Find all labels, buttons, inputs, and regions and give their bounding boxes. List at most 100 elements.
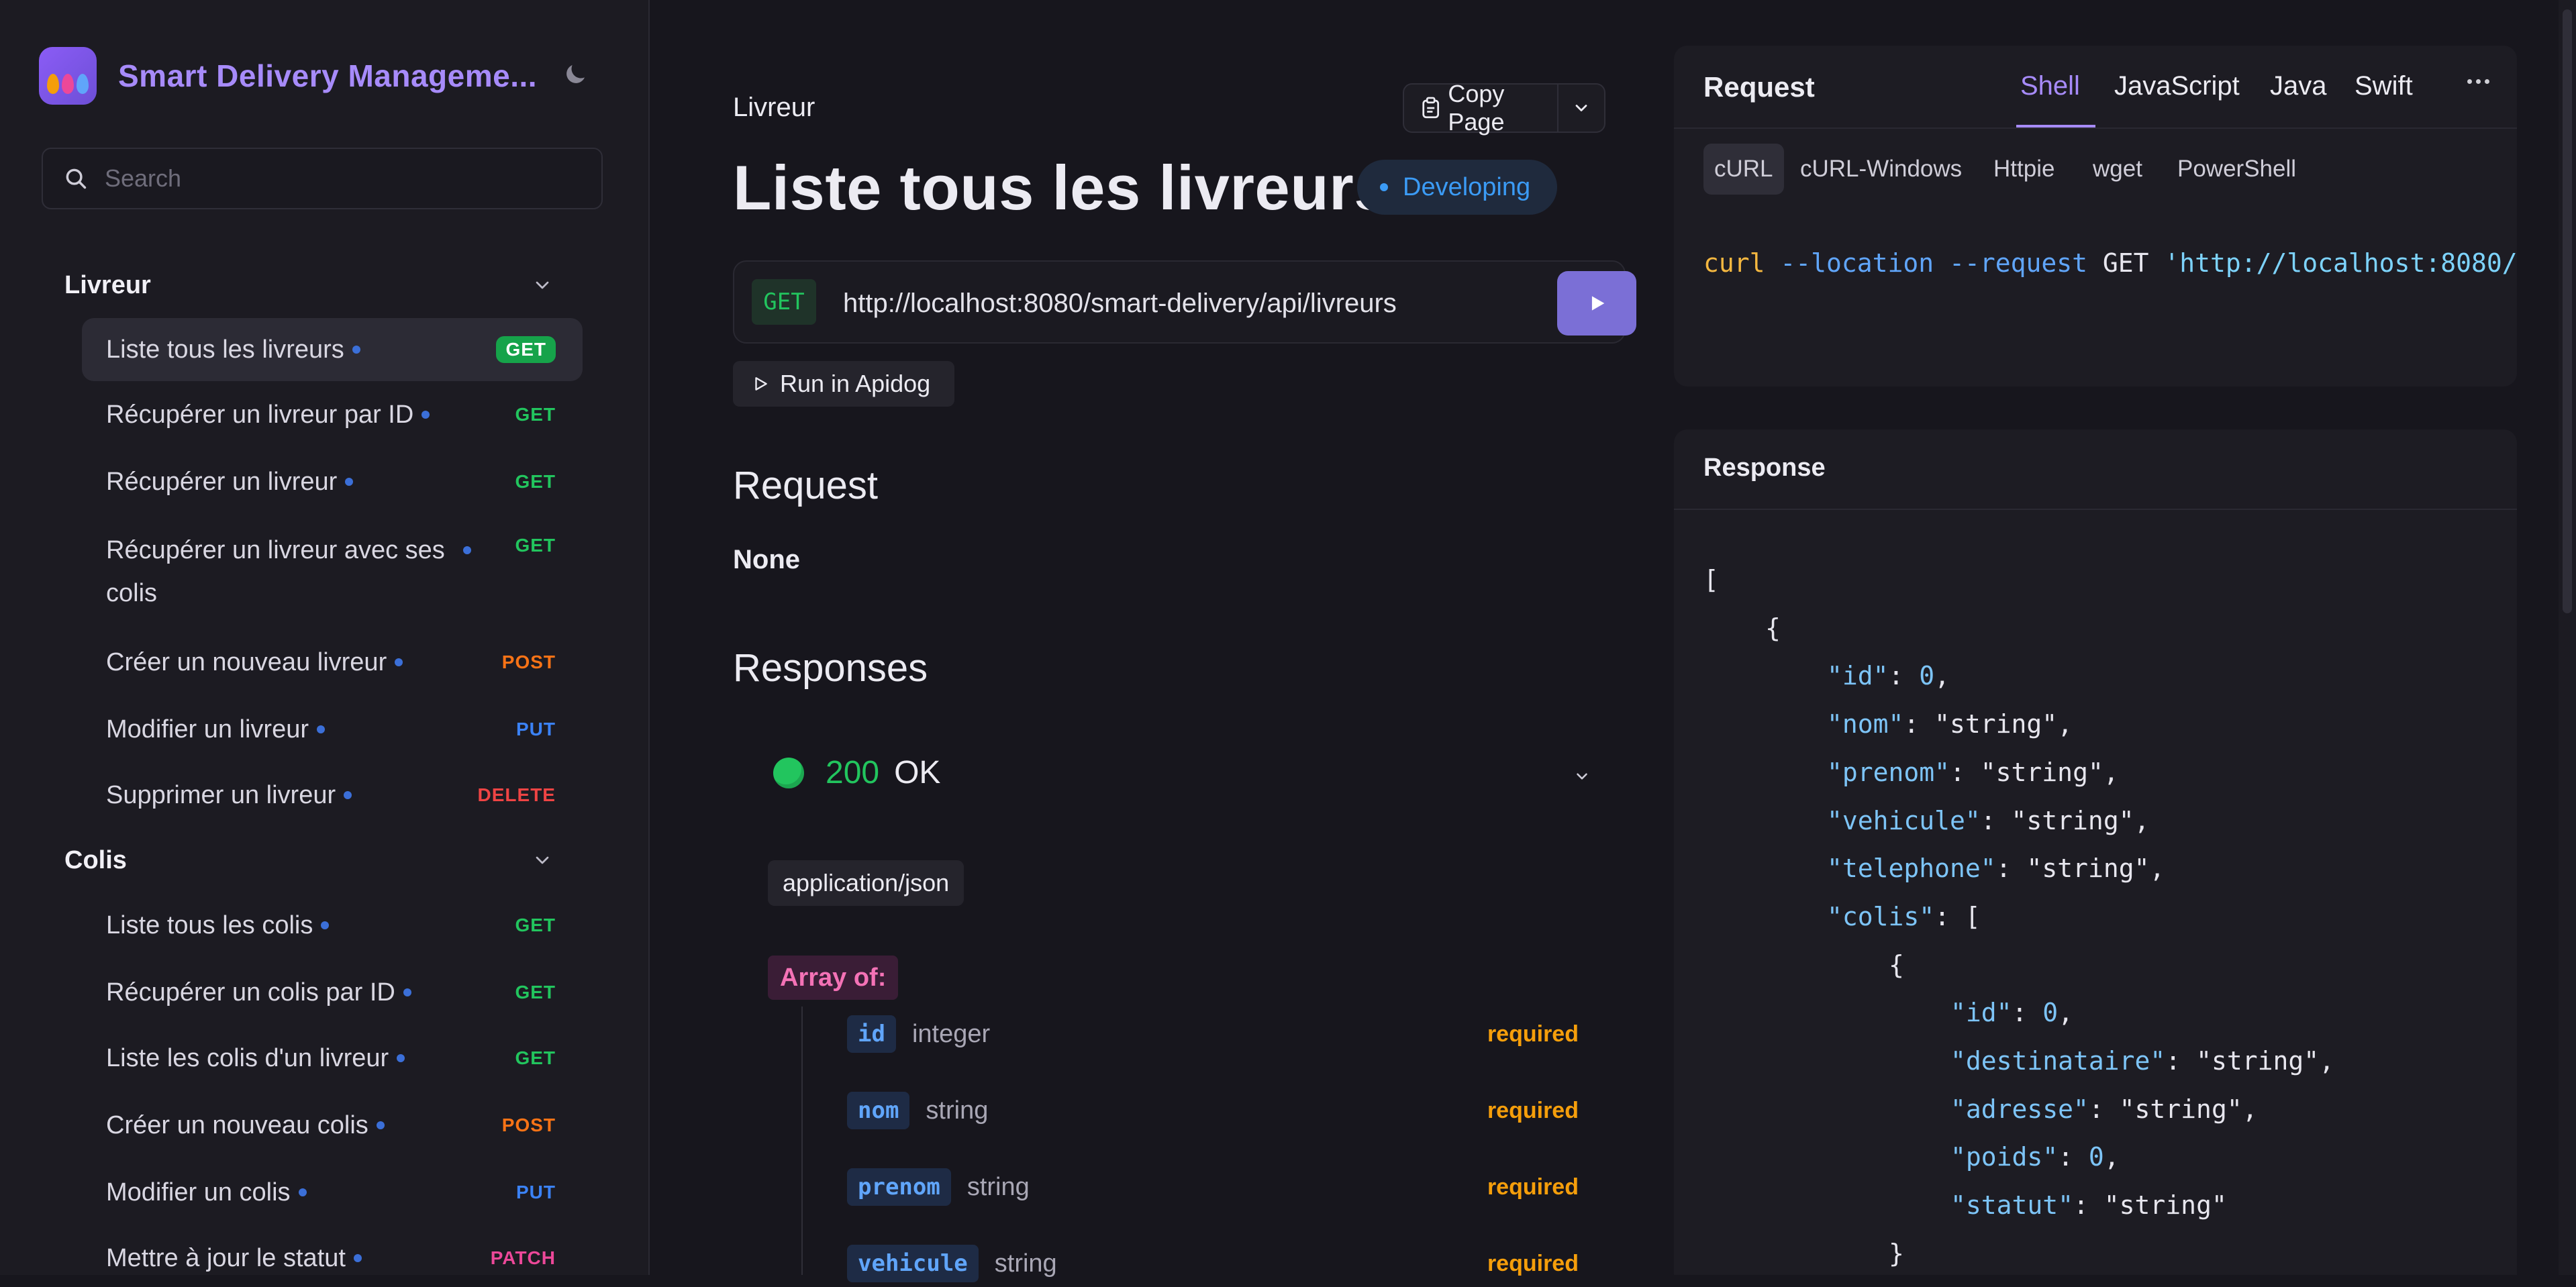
sidebar-item[interactable]: Liste tous les colis GET — [82, 898, 583, 953]
sidebar-section-colis[interactable]: Colis — [64, 840, 553, 880]
status-dot-icon — [345, 478, 354, 486]
json-punctuation: : — [2058, 1142, 2089, 1172]
endpoint-url[interactable]: http://localhost:8080/smart-delivery/api… — [843, 289, 1397, 319]
json-line: "poids": 0, — [1950, 1142, 2120, 1172]
response-status-row[interactable]: 200 OK — [773, 754, 940, 791]
sidebar-item-label: Mettre à jour le statut — [106, 1243, 346, 1272]
status-dot-icon — [376, 1121, 385, 1129]
json-key: "telephone" — [1827, 854, 1996, 884]
sidebar-item[interactable]: Récupérer un livreur par ID GET — [82, 387, 583, 442]
sidebar-item-label-wrap: Modifier un colis — [106, 1178, 307, 1207]
json-punctuation: : — [2073, 1190, 2104, 1221]
http-method-badge: DELETE — [477, 784, 556, 805]
copy-page-dropdown[interactable] — [1558, 99, 1604, 117]
tab-powershell[interactable]: PowerShell — [2177, 144, 2296, 195]
status-label: Developing — [1403, 172, 1531, 201]
sidebar-item[interactable]: Récupérer un livreur GET — [82, 454, 583, 509]
field-name[interactable]: vehicule — [847, 1245, 979, 1282]
json-value: "string" — [2011, 805, 2134, 835]
json-key: "poids" — [1950, 1142, 2059, 1172]
field-name[interactable]: id — [847, 1015, 896, 1053]
breadcrumb[interactable]: Livreur — [733, 93, 815, 123]
play-outline-icon — [755, 377, 767, 391]
schema-tree-line — [801, 1007, 803, 1275]
sidebar-item[interactable]: Récupérer un livreur avec ses colis GET — [82, 521, 583, 622]
logo-drop-icon — [77, 74, 89, 94]
json-line: "nom": "string", — [1827, 709, 2073, 739]
tab-wget[interactable]: wget — [2093, 144, 2142, 195]
tab-httpie[interactable]: Httpie — [1993, 144, 2054, 195]
json-punctuation: : — [1995, 854, 2027, 884]
field-name[interactable]: nom — [847, 1092, 910, 1129]
json-punctuation: , — [1934, 661, 1950, 691]
sidebar-item-label: Liste tous les colis — [106, 911, 313, 939]
tab-java[interactable]: Java — [2270, 71, 2327, 101]
run-in-apidog-button[interactable]: Run in Apidog — [733, 361, 954, 407]
json-value: "string" — [2103, 1190, 2227, 1221]
http-method-badge: GET — [496, 336, 556, 363]
schema-field-row: vehicule string required — [847, 1240, 1579, 1287]
json-line: } — [1889, 1239, 1904, 1268]
http-method-badge: PATCH — [490, 1247, 556, 1268]
json-punctuation: } — [1889, 1238, 1904, 1268]
sidebar-item[interactable]: Créer un nouveau livreur POST — [82, 635, 583, 690]
sidebar-section-livreur[interactable]: Livreur — [64, 265, 553, 305]
sidebar: Smart Delivery Manageme... Livreur Liste … — [0, 0, 650, 1275]
copy-page-button[interactable]: Copy Page — [1404, 80, 1558, 136]
app-logo[interactable] — [39, 47, 97, 105]
field-type: integer — [911, 1019, 991, 1048]
sidebar-item[interactable]: Créer un nouveau colis POST — [82, 1098, 583, 1153]
sidebar-item[interactable]: Liste tous les livreurs GET — [82, 318, 583, 381]
request-panel-header: Request Shell JavaScript Java Swift — [1674, 46, 2517, 129]
status-dot-icon — [397, 1054, 405, 1062]
curl-method: GET — [2102, 248, 2149, 278]
sidebar-item[interactable]: Récupérer un colis par ID GET — [82, 965, 583, 1020]
tab-curl[interactable]: cURL — [1703, 144, 1784, 195]
json-punctuation: : — [2012, 998, 2043, 1028]
tab-javascript[interactable]: JavaScript — [2114, 71, 2240, 101]
sidebar-item[interactable]: Modifier un colis PUT — [82, 1165, 583, 1220]
sidebar-item[interactable]: Mettre à jour le statut PATCH — [82, 1231, 583, 1286]
status-dot-icon — [298, 1188, 307, 1196]
field-required-label: required — [1487, 1250, 1579, 1276]
sidebar-item[interactable]: Supprimer un livreur DELETE — [82, 768, 583, 823]
sidebar-item-label-wrap: Liste tous les livreurs — [106, 336, 360, 364]
sidebar-item[interactable]: Liste les colis d'un livreur GET — [82, 1031, 583, 1086]
json-punctuation: , — [2149, 854, 2165, 884]
tab-curl-windows[interactable]: cURL-Windows — [1800, 144, 1962, 195]
page-scrollbar[interactable] — [2559, 0, 2576, 1275]
content-type-tag[interactable]: application/json — [768, 860, 964, 906]
json-value: "string" — [2119, 1094, 2242, 1124]
tab-shell[interactable]: Shell — [2020, 71, 2080, 101]
chevron-down-icon — [1575, 105, 1587, 111]
json-punctuation: { — [1889, 949, 1904, 980]
send-request-button[interactable] — [1557, 271, 1636, 336]
status-dot-icon — [353, 1254, 362, 1262]
chevron-down-icon[interactable] — [1573, 768, 1591, 785]
json-punctuation: , — [2058, 998, 2074, 1028]
search-input[interactable] — [103, 164, 576, 193]
scrollbar-thumb[interactable] — [2563, 9, 2572, 613]
field-name[interactable]: prenom — [847, 1168, 951, 1206]
search-box[interactable] — [42, 148, 603, 209]
tab-swift[interactable]: Swift — [2355, 71, 2413, 101]
response-text: OK — [894, 755, 941, 790]
response-code: 200 — [826, 755, 880, 790]
json-value: 0 — [2088, 1142, 2104, 1172]
status-badge[interactable]: Developing — [1357, 160, 1558, 215]
json-value: 0 — [1919, 661, 1935, 691]
sidebar-item-label-wrap: Liste les colis d'un livreur — [106, 1044, 405, 1073]
curl-keyword: curl — [1703, 248, 1765, 278]
curl-command[interactable]: curl --location --request GET 'http://lo… — [1703, 248, 2517, 278]
json-key: "statut" — [1950, 1190, 2074, 1221]
copy-page-button-group: Copy Page — [1403, 80, 1605, 136]
json-key: "destinataire" — [1950, 1046, 2166, 1076]
moon-icon[interactable] — [561, 60, 589, 89]
sidebar-item[interactable]: Modifier un livreur PUT — [82, 702, 583, 757]
schema-field-row: prenom string required — [847, 1164, 1579, 1211]
response-panel-header: Response — [1674, 429, 2517, 510]
search-icon — [66, 168, 87, 189]
more-icon[interactable] — [2467, 79, 2493, 84]
json-punctuation: : [ — [1934, 901, 1981, 931]
app-title[interactable]: Smart Delivery Manageme... — [118, 58, 537, 94]
